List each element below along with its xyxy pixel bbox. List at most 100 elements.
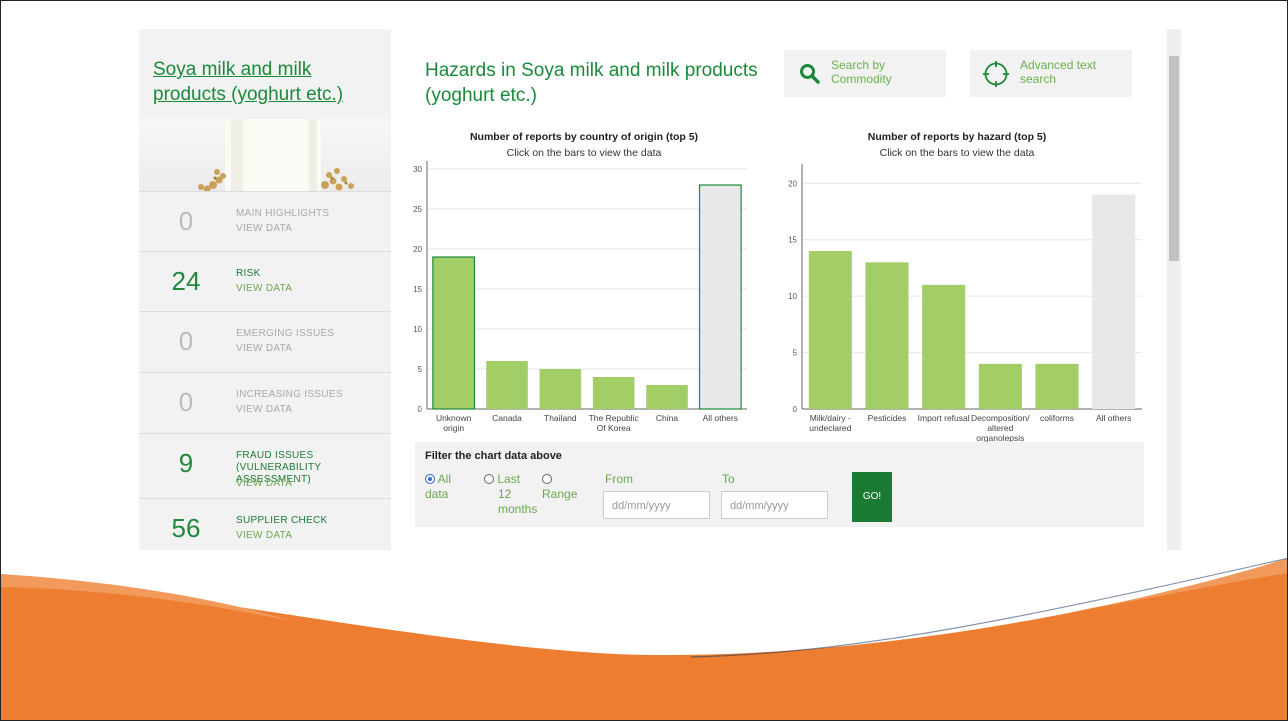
metric-increasing-issues[interactable]: 0 INCREASING ISSUES VIEW DATA xyxy=(139,372,391,434)
presentation-slide: Soya milk and milk products (yoghurt etc… xyxy=(0,0,1288,721)
advanced-text-search-button[interactable]: Advanced text search xyxy=(970,50,1132,97)
metric-supplier-check[interactable]: 56 SUPPLIER CHECK VIEW DATA xyxy=(139,498,391,550)
to-date-field[interactable]: dd/mm/yyyy xyxy=(721,491,828,519)
radio-indicator-selected[interactable] xyxy=(425,474,435,484)
radio-label: Last xyxy=(497,472,521,486)
y-tick-label: 20 xyxy=(413,245,422,254)
metric-label: SUPPLIER CHECK xyxy=(236,515,328,526)
view-data-link[interactable]: VIEW DATA xyxy=(236,223,292,234)
chart-plot: 0 5 10 15 20 25 30 Unknownorigin Canada Thailand T… xyxy=(413,161,747,433)
view-data-link[interactable]: VIEW DATA xyxy=(236,283,292,294)
search-by-commodity-button[interactable]: Search by Commodity xyxy=(784,50,946,97)
view-data-link[interactable]: VIEW DATA xyxy=(236,530,292,541)
chart-filter-panel: Filter the chart data above All data Las… xyxy=(415,442,1144,527)
advanced-search-line1: Advanced text xyxy=(1020,58,1097,72)
y-tick-label: 25 xyxy=(413,205,422,214)
x-tick-label: Thailand xyxy=(544,413,577,423)
truncated-text: ▪ ▪ ▪ ▪ ▪ ▪ ▪ ▪ ▪ ▪ ▪ ▪ ▪ ▪ ▪ ▪ ▪ ▪ ▪ ▪ … xyxy=(425,548,787,550)
commodity-image xyxy=(139,119,391,191)
bar[interactable] xyxy=(1035,363,1079,409)
radio-label: All xyxy=(437,472,452,486)
y-tick-label: 10 xyxy=(413,325,422,334)
radio-range[interactable]: Range xyxy=(542,472,577,502)
x-tick-label: All others xyxy=(1096,413,1131,423)
filter-title: Filter the chart data above xyxy=(425,450,562,462)
chart-plot: 0 5 10 15 20 Milk/dairy -undeclared Pesticides… xyxy=(788,164,1142,443)
page-title: Hazards in Soya milk and milk products (… xyxy=(425,60,758,106)
x-tick-label: undeclared xyxy=(809,423,851,433)
y-tick-label: 30 xyxy=(413,165,422,174)
x-tick-label: Canada xyxy=(492,413,522,423)
radio-label-line3: months xyxy=(498,502,538,516)
x-tick-label: Import refusal xyxy=(918,413,970,423)
bar[interactable] xyxy=(486,361,528,409)
view-data-link[interactable]: VIEW DATA xyxy=(236,478,292,489)
metric-count: 0 xyxy=(178,387,194,417)
crosshair-icon xyxy=(983,61,1009,87)
view-data-link[interactable]: VIEW DATA xyxy=(236,343,292,354)
radio-label-line2: data xyxy=(425,487,449,501)
scrollbar-thumb[interactable] xyxy=(1169,56,1179,261)
x-tick-label: Pesticides xyxy=(868,413,907,423)
metric-main-highlights[interactable]: 0 MAIN HIGHLIGHTS VIEW DATA xyxy=(139,191,391,253)
radio-label: Range xyxy=(542,487,578,501)
metric-label: FRAUD ISSUES xyxy=(236,450,314,461)
x-tick-label: Decomposition/ xyxy=(971,413,1030,423)
metric-label: EMERGING ISSUES xyxy=(236,328,335,339)
metric-count: 56 xyxy=(171,513,201,543)
x-tick-label: Milk/dairy - xyxy=(810,413,851,423)
chart-country-of-origin: Number of reports by country of origin (… xyxy=(409,129,759,439)
radio-last-12-months[interactable]: Last 12 months xyxy=(484,472,537,517)
y-tick-label: 10 xyxy=(788,292,797,301)
view-data-link[interactable]: VIEW DATA xyxy=(236,404,292,415)
to-label: To xyxy=(722,472,735,486)
search-commodity-line1: Search by xyxy=(831,58,886,72)
embedded-screenshot: Soya milk and milk products (yoghurt etc… xyxy=(139,29,1181,550)
radio-indicator[interactable] xyxy=(542,474,552,484)
metric-label: RISK xyxy=(236,268,261,279)
x-tick-label: All others xyxy=(703,413,738,423)
search-commodity-line2: Commodity xyxy=(831,72,892,86)
bar[interactable] xyxy=(432,256,476,410)
metric-count: 24 xyxy=(171,266,201,296)
bar[interactable] xyxy=(646,385,688,409)
chart-hazard: Number of reports by hazard (top 5) Clic… xyxy=(767,129,1147,443)
x-tick-label: The Republic xyxy=(589,413,640,423)
y-tick-label: 15 xyxy=(788,236,797,245)
from-label: From xyxy=(605,472,633,486)
x-tick-label: coliforms xyxy=(1040,413,1074,423)
from-date-field[interactable]: dd/mm/yyyy xyxy=(603,491,710,519)
x-tick-label: altered xyxy=(987,423,1013,433)
metric-risk[interactable]: 24 RISK VIEW DATA xyxy=(139,251,391,313)
radio-label-line2: 12 xyxy=(498,487,512,501)
metric-count: 9 xyxy=(178,448,194,478)
y-tick-label: 5 xyxy=(793,349,798,358)
metric-emerging-issues[interactable]: 0 EMERGING ISSUES VIEW DATA xyxy=(139,311,391,373)
y-tick-label: 5 xyxy=(418,365,423,374)
search-icon xyxy=(800,64,820,84)
bar[interactable] xyxy=(698,184,742,410)
commodity-title-link[interactable]: Soya milk and milk products (yoghurt etc… xyxy=(153,57,383,107)
metric-fraud-issues[interactable]: 9 FRAUD ISSUES (VULNERABILITY ASSESSMENT… xyxy=(139,433,391,497)
bar[interactable] xyxy=(539,369,582,409)
bar[interactable] xyxy=(592,377,635,409)
x-tick-label: Of Korea xyxy=(597,423,631,433)
x-tick-label: Unknown xyxy=(436,413,472,423)
advanced-search-line2: search xyxy=(1020,72,1057,86)
y-tick-label: 0 xyxy=(793,405,798,414)
x-tick-label: origin xyxy=(443,423,464,433)
bar[interactable] xyxy=(1092,194,1136,409)
bar[interactable] xyxy=(922,284,966,409)
radio-indicator[interactable] xyxy=(484,474,494,484)
metric-count: 0 xyxy=(178,326,194,356)
bar[interactable] xyxy=(808,251,852,409)
bar[interactable] xyxy=(978,363,1022,409)
y-tick-label: 15 xyxy=(413,285,422,294)
y-tick-label: 0 xyxy=(418,405,423,414)
metric-label: INCREASING ISSUES xyxy=(236,389,343,400)
y-tick-label: 20 xyxy=(788,179,797,188)
go-button[interactable]: GO! xyxy=(852,472,892,522)
bar[interactable] xyxy=(865,262,909,409)
radio-all-data[interactable]: All data xyxy=(425,472,451,502)
metric-label: MAIN HIGHLIGHTS xyxy=(236,208,330,219)
